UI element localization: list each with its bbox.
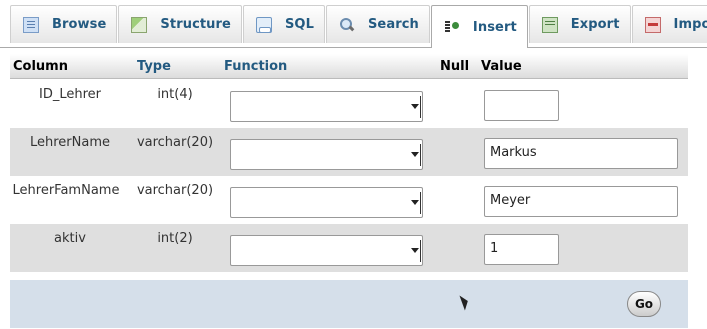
function-select[interactable]: [230, 139, 423, 170]
table-row: LehrerFamName varchar(20) Meyer: [10, 176, 688, 224]
header-function[interactable]: Function: [224, 59, 287, 74]
value-input[interactable]: Markus: [484, 138, 678, 169]
tab-browse[interactable]: Browse: [10, 5, 118, 43]
structure-icon: [131, 16, 148, 33]
function-select[interactable]: [230, 187, 423, 218]
column-name: ID_Lehrer: [39, 87, 101, 102]
tab-label: Import: [673, 17, 707, 32]
table-header: Column Type Function Null Value: [10, 54, 688, 79]
column-type: varchar(20): [136, 135, 214, 150]
tab-label: SQL: [284, 17, 314, 32]
function-select[interactable]: [230, 235, 423, 266]
import-icon: [644, 16, 661, 33]
value-input[interactable]: [484, 90, 559, 121]
column-type: int(2): [157, 231, 193, 246]
column-name: LehrerName: [29, 135, 110, 150]
tab-label: Browse: [52, 17, 107, 32]
tab-label: Structure: [160, 17, 231, 32]
tab-label: Export: [570, 17, 620, 32]
search-icon: [339, 17, 355, 33]
chevron-down-icon: [411, 152, 419, 157]
header-column: Column: [13, 59, 68, 74]
sql-icon: [255, 16, 272, 33]
value-input[interactable]: Meyer: [484, 186, 678, 217]
column-type: int(4): [157, 87, 193, 102]
tab-insert[interactable]: Insert: [430, 5, 528, 48]
tab-bar: Browse Structure SQL Search Insert Expor…: [0, 0, 707, 48]
go-button[interactable]: Go: [627, 291, 661, 317]
insert-icon: [444, 19, 460, 35]
tab-structure[interactable]: Structure: [118, 5, 242, 43]
export-icon: [541, 16, 558, 33]
header-type[interactable]: Type: [137, 59, 171, 74]
header-value: Value: [481, 59, 522, 74]
tab-search[interactable]: Search: [325, 5, 430, 43]
tab-sql[interactable]: SQL: [242, 5, 325, 43]
tab-export[interactable]: Export: [528, 5, 631, 43]
function-select[interactable]: [230, 91, 423, 122]
header-null: Null: [440, 59, 470, 74]
chevron-down-icon: [411, 104, 419, 109]
chevron-down-icon: [411, 248, 419, 253]
column-name: LehrerFamName: [12, 183, 120, 198]
browse-icon: [23, 16, 39, 33]
table-row: ID_Lehrer int(4): [10, 80, 688, 128]
table-row: LehrerName varchar(20) Markus: [10, 128, 688, 176]
form-footer: Go: [10, 280, 688, 328]
chevron-down-icon: [411, 200, 419, 205]
tab-label: Insert: [472, 19, 517, 35]
tab-import[interactable]: Import: [631, 5, 707, 43]
column-name: aktiv: [54, 231, 86, 246]
column-type: varchar(20): [136, 183, 214, 198]
tab-label: Search: [367, 17, 419, 32]
value-input[interactable]: 1: [484, 234, 559, 265]
table-row: aktiv int(2) 1: [10, 224, 688, 272]
